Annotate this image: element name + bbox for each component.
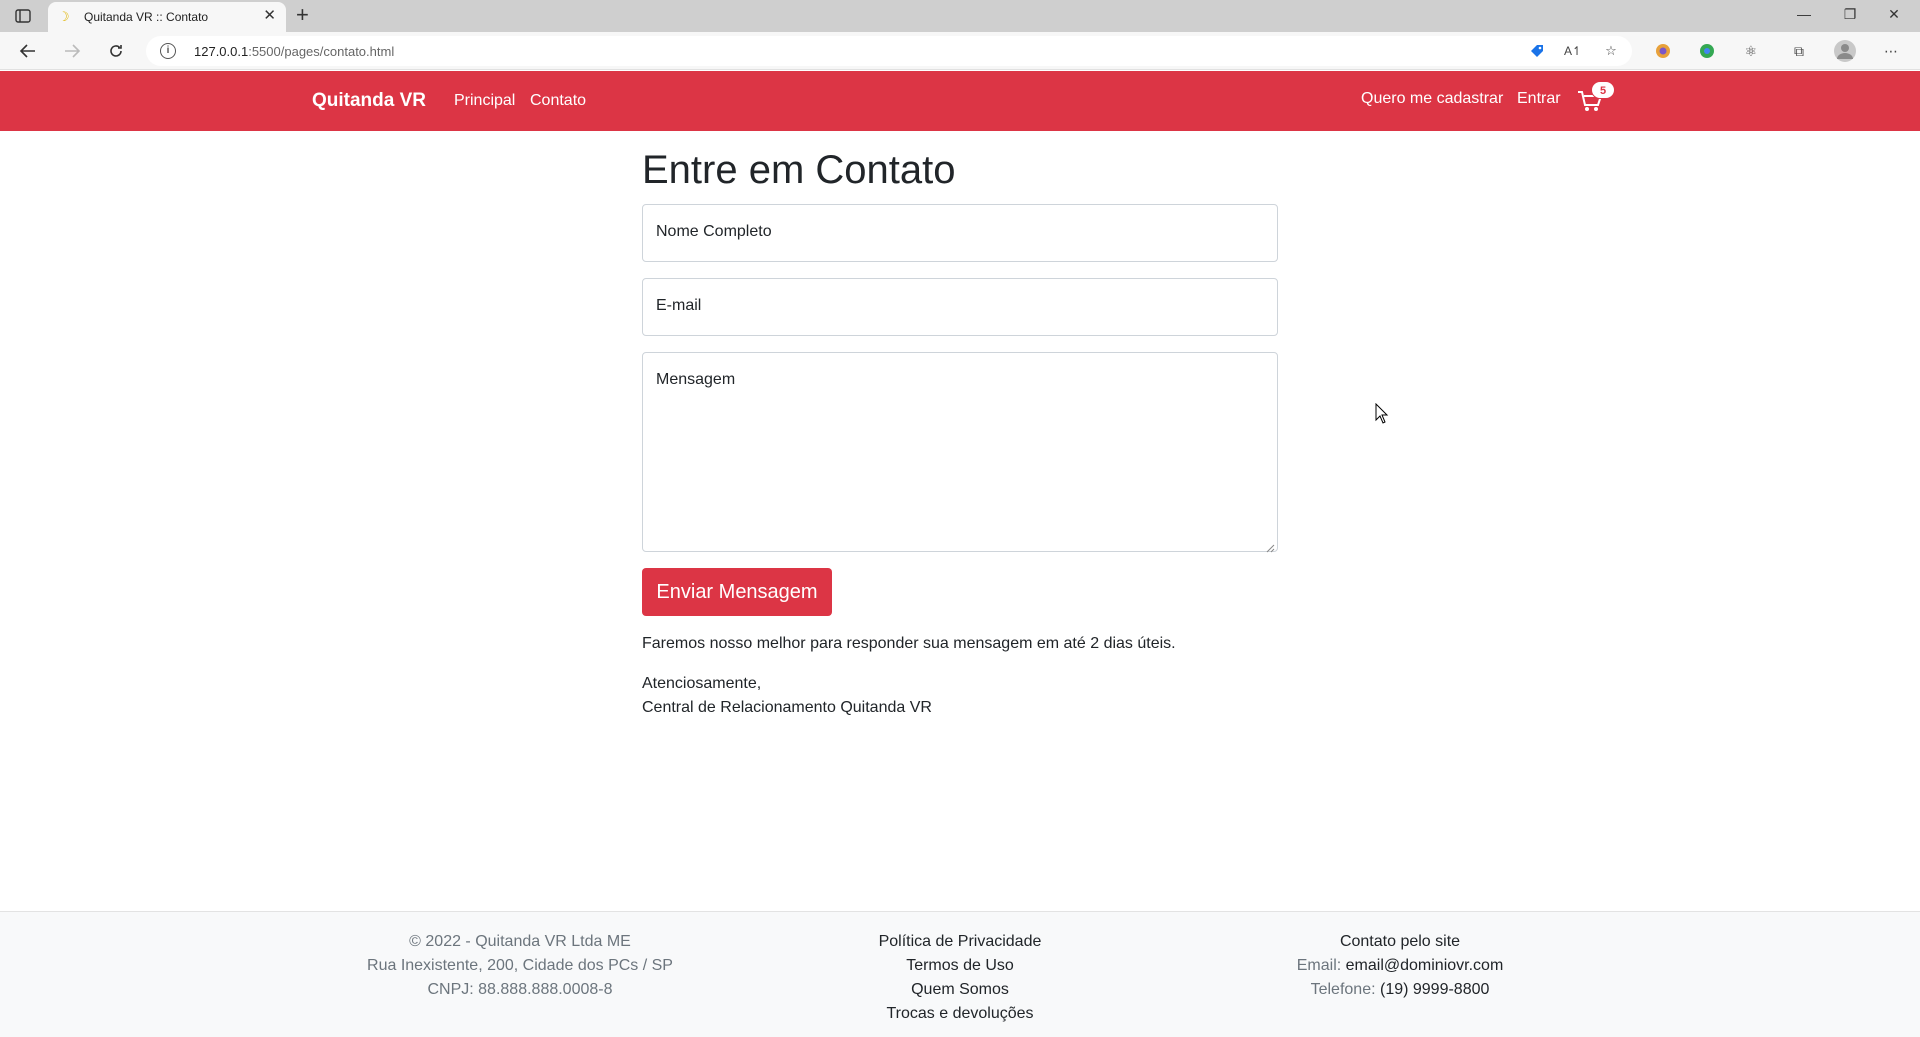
footer-phone-value[interactable]: (19) 9999-8800 — [1380, 981, 1489, 998]
new-tab-icon[interactable]: + — [296, 4, 309, 26]
nav-link-principal[interactable]: Principal — [454, 92, 515, 110]
more-menu-icon[interactable]: ⋯ — [1880, 41, 1902, 61]
send-message-button[interactable]: Enviar Mensagem — [642, 568, 832, 616]
name-input-placeholder: Nome Completo — [656, 223, 772, 240]
nav-link-contato[interactable]: Contato — [530, 92, 586, 110]
browser-tab-strip: ☽ Quitanda VR :: Contato ✕ + — ❐ ✕ — [0, 0, 1920, 32]
site-navbar: Quitanda VR Principal Contato Quero me c… — [0, 71, 1920, 131]
extension-colorful-icon[interactable] — [1652, 41, 1674, 61]
collections-icon[interactable]: ⧉ — [1788, 41, 1810, 61]
footer-links: Política de Privacidade Termos de Uso Qu… — [760, 930, 1160, 1026]
closing-text: Atenciosamente, — [642, 675, 762, 692]
mouse-pointer-icon — [1375, 402, 1389, 425]
footer-email-value[interactable]: email@dominiovr.com — [1346, 957, 1504, 974]
address-bar[interactable]: i 127.0.0.1:5500/pages/contato.html A↿ ☆ — [146, 36, 1632, 66]
window-close-icon[interactable]: ✕ — [1874, 6, 1914, 23]
url-host: 127.0.0.1 — [194, 44, 249, 59]
tab-close-icon[interactable]: ✕ — [263, 8, 276, 24]
footer-email-line: Email: email@dominiovr.com — [1200, 954, 1600, 978]
login-link[interactable]: Entrar — [1517, 90, 1561, 108]
footer-contact-link[interactable]: Contato pelo site — [1200, 930, 1600, 954]
extensions-puzzle-icon[interactable]: ⚛ — [1740, 41, 1762, 61]
favorite-add-icon[interactable]: ☆ — [1602, 43, 1620, 59]
page-title: Entre em Contato — [642, 148, 956, 192]
read-aloud-icon[interactable]: A↿ — [1564, 43, 1582, 59]
name-input[interactable]: Nome Completo — [642, 204, 1278, 262]
footer-email-label: Email: — [1296, 957, 1342, 974]
footer-link-about[interactable]: Quem Somos — [760, 978, 1160, 1002]
browser-tab-active[interactable]: ☽ Quitanda VR :: Contato ✕ — [48, 2, 286, 32]
restore-icon[interactable]: ❐ — [1830, 6, 1870, 23]
banana-favicon-icon: ☽ — [58, 9, 70, 24]
site-info-icon[interactable]: i — [160, 43, 176, 59]
footer-link-terms[interactable]: Termos de Uso — [760, 954, 1160, 978]
brand-logo-text[interactable]: Quitanda VR — [312, 90, 426, 112]
footer-link-privacy[interactable]: Política de Privacidade — [760, 930, 1160, 954]
browser-toolbar: i 127.0.0.1:5500/pages/contato.html A↿ ☆… — [0, 32, 1920, 70]
profile-avatar-icon[interactable] — [1834, 40, 1856, 62]
url-path: :5500/pages/contato.html — [248, 44, 395, 59]
tab-actions-icon[interactable] — [12, 7, 34, 25]
email-input[interactable]: E-mail — [642, 278, 1278, 336]
footer-contact: Contato pelo site Email: email@dominiovr… — [1200, 930, 1600, 1002]
minimize-icon[interactable]: — — [1784, 6, 1824, 22]
back-icon[interactable] — [16, 40, 40, 62]
message-textarea-placeholder: Mensagem — [656, 371, 736, 388]
message-textarea[interactable]: Mensagem — [642, 352, 1278, 553]
signature-text: Central de Relacionamento Quitanda VR — [642, 699, 932, 716]
cart-count-badge: 5 — [1591, 81, 1615, 99]
url-text[interactable]: 127.0.0.1:5500/pages/contato.html — [194, 44, 394, 59]
footer-address: Rua Inexistente, 200, Cidade dos PCs / S… — [367, 957, 673, 974]
extension-chrome-icon[interactable] — [1696, 41, 1718, 61]
footer-company-info: © 2022 - Quitanda VR Ltda ME Rua Inexist… — [320, 930, 720, 1002]
footer-phone-label: Telefone: — [1310, 981, 1376, 998]
forward-icon[interactable] — [60, 40, 84, 62]
shopping-tag-icon[interactable] — [1528, 43, 1546, 59]
footer-link-returns[interactable]: Trocas e devoluções — [760, 1002, 1160, 1026]
textarea-resize-handle[interactable] — [1266, 540, 1275, 553]
email-input-placeholder: E-mail — [656, 297, 702, 314]
reload-icon[interactable] — [104, 40, 128, 62]
response-note: Faremos nosso melhor para responder sua … — [642, 635, 1176, 652]
footer-phone-line: Telefone: (19) 9999-8800 — [1200, 978, 1600, 1002]
footer-copyright: © 2022 - Quitanda VR Ltda ME — [409, 933, 631, 950]
footer-cnpj: CNPJ: 88.888.888.0008-8 — [427, 981, 613, 998]
tab-title: Quitanda VR :: Contato — [84, 10, 209, 24]
site-footer: © 2022 - Quitanda VR Ltda ME Rua Inexist… — [0, 911, 1920, 1037]
register-link[interactable]: Quero me cadastrar — [1361, 90, 1503, 108]
